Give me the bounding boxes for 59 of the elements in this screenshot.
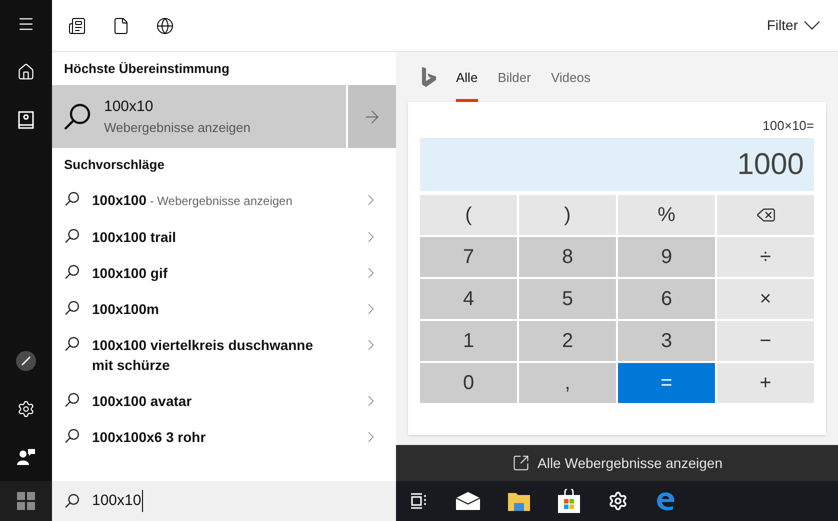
calculator-key[interactable]: 6 — [618, 279, 715, 319]
search-icon — [64, 493, 80, 509]
calculator-key[interactable]: 8 — [519, 237, 616, 277]
suggestion-item[interactable]: 100x100 trail — [52, 219, 396, 255]
search-field[interactable]: 100x10 — [52, 481, 396, 521]
search-icon — [64, 264, 80, 280]
result-tab[interactable]: Videos — [550, 52, 590, 102]
calculator-key[interactable]: 2 — [519, 321, 616, 361]
calculator-display: 1000 — [420, 138, 814, 191]
settings-icon[interactable] — [608, 491, 628, 511]
calculator-key[interactable]: − — [717, 321, 814, 361]
open-external-icon — [512, 454, 530, 472]
search-icon — [64, 300, 80, 316]
suggestion-item[interactable]: 100x100m — [52, 291, 396, 327]
best-match-item[interactable]: 100x10 Webergebnisse anzeigen — [52, 85, 346, 148]
backspace-key[interactable] — [717, 195, 814, 235]
search-icon — [64, 228, 80, 244]
browser-icon[interactable] — [656, 491, 676, 511]
mail-icon[interactable] — [456, 492, 480, 510]
calculator-key[interactable]: = — [618, 363, 715, 403]
windows-start-icon[interactable] — [17, 492, 35, 510]
suggestion-item[interactable]: 100x100x6 3 rohr — [52, 419, 396, 455]
suggestion-item[interactable]: 100x100 gif — [52, 255, 396, 291]
calculator-key[interactable]: 0 — [420, 363, 517, 403]
bing-logo-icon — [422, 67, 436, 87]
calculator-key[interactable]: , — [519, 363, 616, 403]
search-icon — [64, 428, 80, 444]
caret-icon — [804, 21, 820, 30]
section-heading: Suchvorschläge — [63, 156, 166, 174]
result-tab[interactable]: Bilder — [498, 52, 531, 102]
all-web-results-button[interactable]: Alle Webergebnisse anzeigen — [396, 445, 838, 481]
calculator-key[interactable]: ÷ — [717, 237, 814, 277]
calculator-key[interactable]: 3 — [618, 321, 715, 361]
search-icon — [64, 336, 80, 352]
calculator-key[interactable]: 9 — [618, 237, 715, 277]
calculator-key[interactable]: % — [618, 195, 715, 235]
apps-filter-icon[interactable] — [68, 16, 86, 34]
suggestion-item[interactable]: 100x100 avatar — [52, 383, 396, 419]
folder-icon[interactable] — [508, 491, 530, 511]
suggestion-item[interactable]: 100x100 viertelkreis duschwanne mit schürze — [52, 327, 396, 383]
calculator-key[interactable]: + — [717, 363, 814, 403]
calculator-expression: 100×10= — [762, 117, 814, 135]
suggestion-item[interactable]: 100x100 - Webergebnisse anzeigen — [52, 182, 396, 219]
calculator-key[interactable]: ( — [420, 195, 517, 235]
store-icon[interactable] — [558, 489, 580, 513]
section-heading: Höchste Übereinstimmung — [63, 60, 230, 78]
task-view-icon[interactable] — [410, 492, 428, 510]
search-icon — [62, 102, 92, 132]
search-icon — [64, 191, 80, 207]
calculator-key[interactable]: 4 — [420, 279, 517, 319]
calculator-key[interactable]: 5 — [519, 279, 616, 319]
calculator-key[interactable]: × — [717, 279, 814, 319]
document-filter-icon[interactable] — [112, 16, 130, 34]
filter-dropdown[interactable]: Filter — [766, 15, 820, 36]
web-filter-icon[interactable] — [156, 16, 174, 34]
search-icon — [64, 392, 80, 408]
calculator-key[interactable]: 7 — [420, 237, 517, 277]
calculator-key[interactable]: ) — [519, 195, 616, 235]
calculator-key[interactable]: 1 — [420, 321, 517, 361]
